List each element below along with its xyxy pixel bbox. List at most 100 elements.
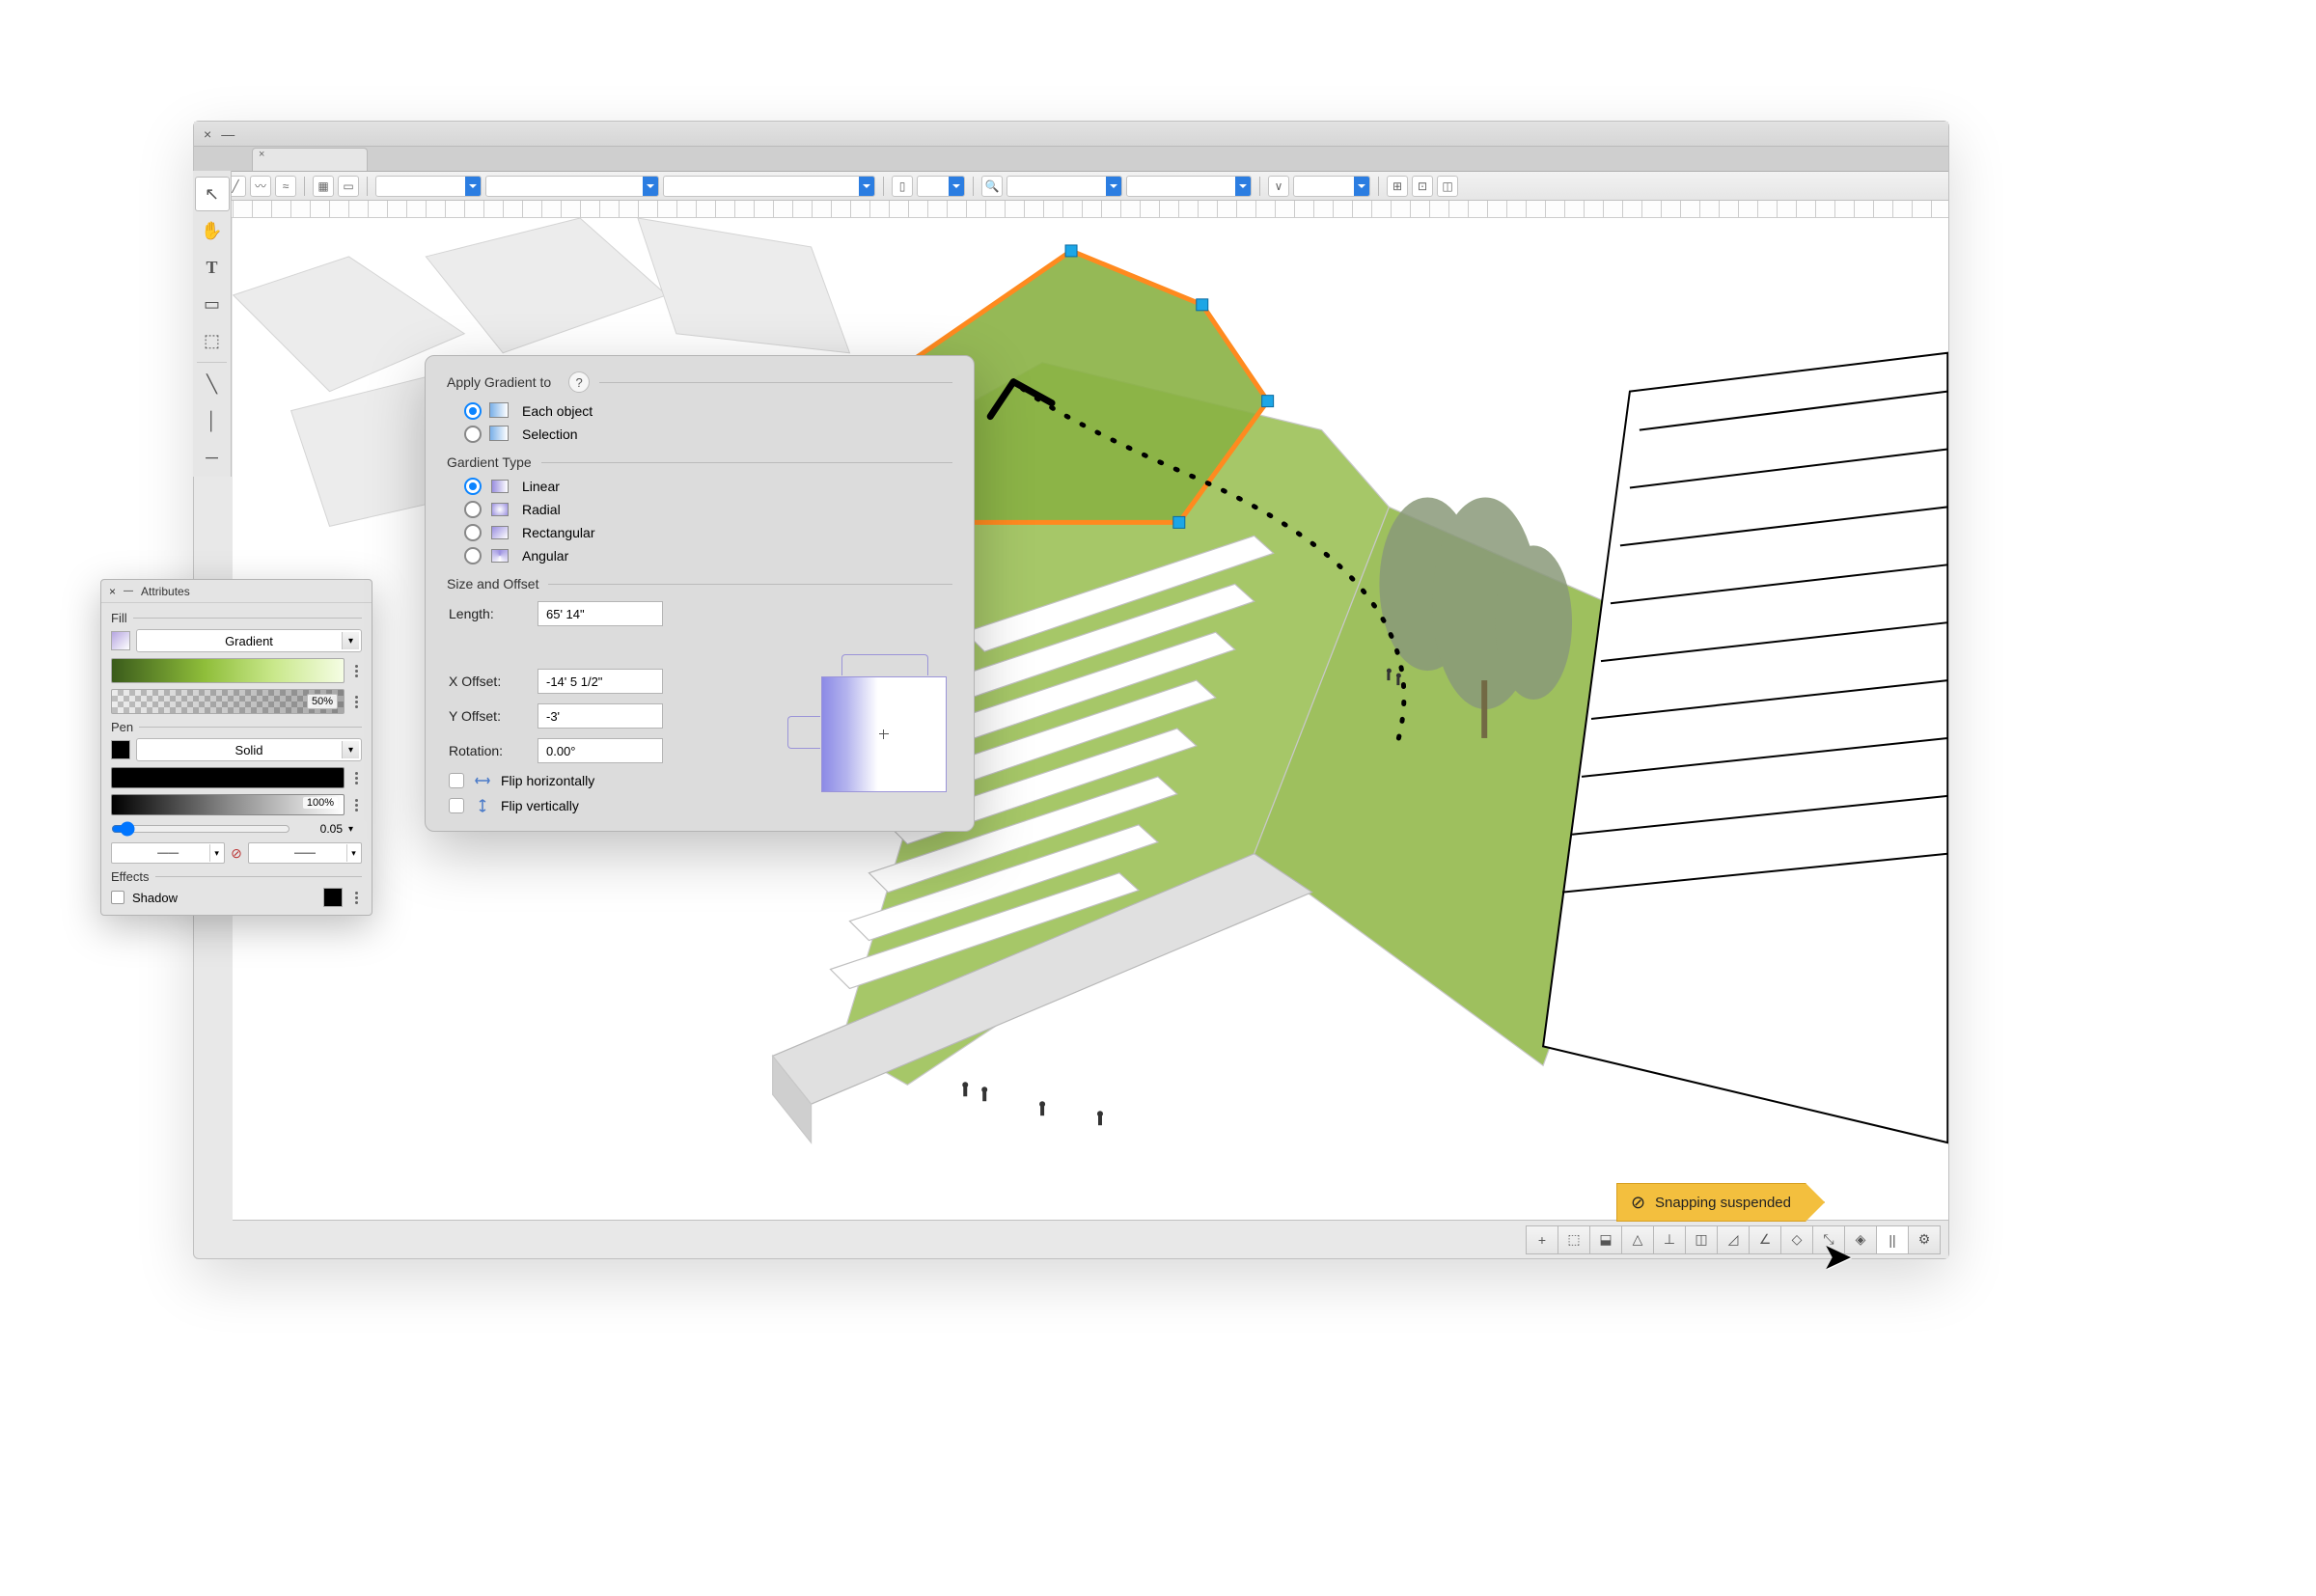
chevron-down-icon[interactable]: ▾ <box>346 844 360 862</box>
toolbar-field-4[interactable] <box>1126 176 1252 197</box>
rotation-input[interactable]: 0.00° <box>538 738 663 763</box>
chevron-down-icon[interactable]: ▾ <box>342 632 359 649</box>
rect-icon: ▭ <box>204 294 220 315</box>
toolbar-wave-icon[interactable]: ≈ <box>275 176 296 197</box>
dropdown-arrow-icon[interactable] <box>1235 177 1251 196</box>
dropdown-arrow-icon[interactable] <box>949 177 964 196</box>
toolbar-separator <box>1259 177 1260 196</box>
snap-btn-extend[interactable]: ⤡ <box>1812 1225 1845 1254</box>
snap-btn-angle[interactable]: △ <box>1621 1225 1654 1254</box>
toolbar-field-3[interactable] <box>663 176 875 197</box>
dropdown-arrow-icon[interactable] <box>1354 177 1369 196</box>
dropdown-arrow-icon[interactable] <box>1106 177 1121 196</box>
pen-width-slider[interactable] <box>111 821 290 837</box>
line-tool-3[interactable]: ─ <box>195 440 230 475</box>
fill-swatch[interactable] <box>111 631 130 650</box>
toolbar-angle-field[interactable] <box>1293 176 1370 197</box>
more-options-button[interactable] <box>350 696 362 708</box>
fill-type-dropdown[interactable]: Gradient ▾ <box>136 629 362 652</box>
window-titlebar[interactable]: × — <box>194 122 1948 147</box>
layer-tool[interactable]: ⬚ <box>195 323 230 358</box>
pen-opacity-bar[interactable]: 100% <box>111 794 345 815</box>
snap-pause-button[interactable]: || <box>1876 1225 1909 1254</box>
snap-btn-intersect[interactable]: ◇ <box>1780 1225 1813 1254</box>
palette-close-button[interactable]: × <box>109 585 116 598</box>
toolbar-search-field[interactable] <box>1006 176 1122 197</box>
toolbar-view1-icon[interactable]: ⊞ <box>1387 176 1408 197</box>
selection-tool[interactable]: ↖ <box>195 177 230 211</box>
toolbar-view3-icon[interactable]: ◫ <box>1437 176 1458 197</box>
toolbar-field-2[interactable] <box>485 176 659 197</box>
snap-btn-perp[interactable]: ⊥ <box>1653 1225 1686 1254</box>
rect-tool[interactable]: ▭ <box>195 287 230 321</box>
palette-minimize-button[interactable]: — <box>124 586 133 596</box>
pen-width-value: 0.05 <box>296 822 343 836</box>
text-tool[interactable]: T <box>195 250 230 285</box>
effects-section-label: Effects <box>111 869 362 884</box>
gradient-dialog[interactable]: Apply Gradient to ? Each object Selectio… <box>425 355 975 832</box>
shadow-checkbox[interactable] <box>111 891 124 904</box>
chevron-down-icon[interactable]: ▾ <box>342 741 359 758</box>
gradient-radial-radio[interactable] <box>464 501 482 518</box>
snap-btn-tangent[interactable]: ∠ <box>1749 1225 1781 1254</box>
x-offset-input[interactable]: -14' 5 1/2" <box>538 669 663 694</box>
tab-close-button[interactable]: × <box>259 149 264 160</box>
help-button[interactable]: ? <box>568 371 590 393</box>
toolbar-search-icon[interactable]: 🔍 <box>981 176 1003 197</box>
pen-type-dropdown[interactable]: Solid ▾ <box>136 738 362 761</box>
chevron-down-icon[interactable]: ▾ <box>209 844 223 862</box>
line-start-dropdown[interactable]: ——▾ <box>111 842 225 864</box>
snap-btn-grid[interactable]: ◫ <box>1685 1225 1718 1254</box>
line-tool-2[interactable]: │ <box>195 403 230 438</box>
toolbar-curve-icon[interactable]: 〰 <box>250 176 271 197</box>
snap-btn-add[interactable]: + <box>1526 1225 1558 1254</box>
document-tab[interactable]: × <box>252 148 368 171</box>
length-input[interactable]: 65' 14" <box>538 601 663 626</box>
fill-section-label: Fill <box>111 611 362 625</box>
dropdown-arrow-icon[interactable] <box>643 177 658 196</box>
fill-gradient-preview[interactable] <box>111 658 345 683</box>
toolbar-grid-icon[interactable]: ▦ <box>313 176 334 197</box>
chevron-down-icon[interactable]: ▾ <box>348 824 362 835</box>
gradient-rectangular-radio[interactable] <box>464 524 482 541</box>
snap-btn-corner[interactable]: ◿ <box>1717 1225 1750 1254</box>
dropdown-arrow-icon[interactable] <box>859 177 874 196</box>
y-offset-input[interactable]: -3' <box>538 703 663 729</box>
more-options-button[interactable] <box>350 892 362 904</box>
more-options-button[interactable] <box>350 772 362 784</box>
toolbar-angle-icon[interactable]: ∨ <box>1268 176 1289 197</box>
gradient-radial-label: Radial <box>522 502 561 517</box>
apply-gradient-label: Apply Gradient to <box>447 374 551 390</box>
fill-opacity-bar[interactable]: 50% <box>111 689 345 714</box>
flip-vertical-checkbox[interactable] <box>449 798 464 813</box>
toolbar-field-1[interactable] <box>375 176 482 197</box>
toolbar-page-icon[interactable]: ▯ <box>892 176 913 197</box>
pen-color-bar[interactable] <box>111 767 345 788</box>
window-minimize-button[interactable]: — <box>221 126 234 142</box>
dropdown-arrow-icon[interactable] <box>465 177 481 196</box>
snap-btn-edge[interactable]: ⬓ <box>1589 1225 1622 1254</box>
toolbar-view2-icon[interactable]: ⊡ <box>1412 176 1433 197</box>
more-options-button[interactable] <box>350 799 362 812</box>
flip-horizontal-checkbox[interactable] <box>449 773 464 788</box>
more-options-button[interactable] <box>350 665 362 677</box>
gradient-linear-radio[interactable] <box>464 478 482 495</box>
apply-selection-radio[interactable] <box>464 426 482 443</box>
window-close-button[interactable]: × <box>204 126 211 142</box>
pen-swatch[interactable] <box>111 740 130 759</box>
gradient-angular-radio[interactable] <box>464 547 482 564</box>
snap-btn-smart[interactable]: ◈ <box>1844 1225 1877 1254</box>
shadow-color-swatch[interactable] <box>323 888 343 907</box>
toolbar-page-field[interactable] <box>917 176 965 197</box>
attributes-palette[interactable]: × — Attributes Fill Gradient ▾ 50% Pen S <box>100 579 372 916</box>
toolbar-box-icon[interactable]: ▭ <box>338 176 359 197</box>
main-toolbar: ↖ ╱ 〰 ≈ ▦ ▭ ▯ 🔍 ∨ ⊞ ⊡ ◫ <box>194 172 1948 201</box>
line-end-dropdown[interactable]: ——▾ <box>248 842 362 864</box>
apply-each-object-radio[interactable] <box>464 402 482 420</box>
line-tool-1[interactable]: ╲ <box>195 367 230 401</box>
snap-btn-object[interactable]: ⬚ <box>1558 1225 1590 1254</box>
snap-settings-button[interactable]: ⚙ <box>1908 1225 1941 1254</box>
pan-tool[interactable]: ✋ <box>195 213 230 248</box>
each-object-icon <box>491 404 509 418</box>
link-icon[interactable]: ⊘ <box>231 845 242 862</box>
